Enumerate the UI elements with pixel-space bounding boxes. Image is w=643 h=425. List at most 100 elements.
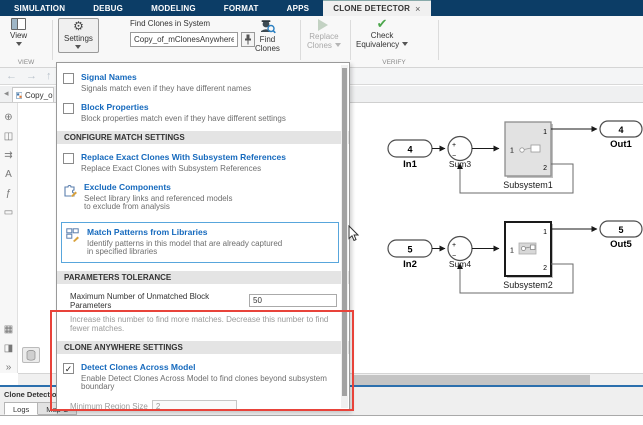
model-data-badge[interactable] (22, 347, 40, 363)
check-equivalency-label-1: Check (370, 31, 394, 40)
subsystem-outport2-number: 2 (543, 165, 547, 172)
setting-title: Replace Exact Clones With Subsystem Refe… (81, 152, 286, 162)
ribbon: View VIEW ⚙ Settings Find Clones in Syst… (0, 16, 643, 68)
area-icon[interactable]: ▭ (4, 208, 13, 218)
block-properties-checkbox[interactable] (63, 102, 74, 114)
outport-label: Out1 (610, 139, 632, 150)
group-label-view: VIEW (17, 59, 35, 66)
find-clones-button[interactable]: Find Clones (255, 18, 280, 53)
tab-simulation[interactable]: SIMULATION (0, 0, 79, 16)
mouse-cursor (348, 225, 359, 242)
find-clones-in-system-field: Find Clones in System (130, 19, 255, 47)
replace-exact-clones-checkbox[interactable] (63, 153, 74, 164)
model-row-1: 4 In1 + − Sum3 1 1 2 Subsystem1 4 Out1 (387, 120, 643, 194)
group-separator (300, 20, 301, 60)
simulink-clone-detector-window: SIMULATION DEBUG MODELING FORMAT APPS CL… (0, 0, 643, 425)
tab-debug[interactable]: DEBUG (79, 0, 137, 16)
section-configure-match-settings: CONFIGURE MATCH SETTINGS (57, 131, 349, 144)
setting-block-properties[interactable]: Block Properties Block properties match … (63, 102, 337, 124)
subsystem-outport1-number: 1 (543, 129, 547, 136)
inport-label: In1 (403, 159, 417, 170)
scrollbar-thumb[interactable] (352, 375, 590, 385)
database-cylinder-icon (26, 349, 36, 361)
function-icon[interactable]: ƒ (6, 189, 12, 199)
setting-desc-line2: to exclude from analysis (84, 202, 170, 211)
subsystem-label: Subsystem2 (503, 280, 553, 290)
setting-match-patterns-from-libraries[interactable]: Match Patterns from Libraries Identify p… (66, 227, 334, 257)
subsystem-inport-number: 1 (510, 248, 514, 255)
signal-names-checkbox[interactable] (63, 73, 74, 84)
outport-label: Out5 (610, 239, 632, 250)
back-icon[interactable]: ← (6, 70, 17, 82)
more-tools-icon[interactable]: » (6, 363, 12, 373)
signal-routing-icon[interactable]: ⇉ (4, 151, 12, 161)
pin-icon (245, 34, 251, 45)
fit-to-view-icon[interactable]: ◫ (4, 132, 13, 142)
settings-button-label: Settings (64, 34, 93, 43)
setting-exclude-components[interactable]: Exclude Components Select library links … (63, 182, 337, 212)
sum-plus-sign: + (452, 242, 456, 249)
subsystem-outport2-number: 2 (543, 265, 547, 272)
group-separator (52, 20, 53, 60)
inport-value: 4 (407, 145, 412, 155)
exclude-components-icon (64, 184, 77, 197)
model-row-2: 5 In2 + − Sum4 1 1 2 Subsystem2 5 Out5 (387, 220, 643, 294)
chevron-down-icon (402, 41, 409, 49)
tab-logs[interactable]: Logs (4, 402, 39, 415)
forward-icon[interactable]: → (26, 70, 37, 82)
setting-desc: Replace Exact Clones with Subsystem Refe… (81, 164, 262, 173)
settings-button[interactable]: ⚙ Settings (58, 18, 99, 53)
subsystem-inport-number: 1 (510, 148, 514, 155)
setting-title: Exclude Components (84, 181, 171, 192)
highlighted-setting-container: Match Patterns from Libraries Identify p… (61, 221, 339, 263)
inport-label: In2 (403, 259, 417, 270)
simulink-model-icon (15, 91, 22, 99)
replace-clones-label-1: Replace (309, 32, 339, 41)
chevron-down-icon (15, 42, 22, 49)
detective-search-icon (260, 20, 276, 34)
find-clones-label-2: Clones (255, 44, 280, 53)
pin-button[interactable] (241, 32, 255, 47)
check-equivalency-button[interactable]: ✔ Check Equivalency (356, 16, 409, 49)
system-name-input[interactable] (130, 32, 238, 47)
model-diagram: 4 In1 + − Sum3 1 1 2 Subsystem1 4 Out1 5… (387, 120, 643, 294)
max-unmatched-input[interactable] (249, 294, 337, 307)
outport-value: 4 (618, 125, 623, 135)
chevron-down-icon (75, 45, 82, 52)
tab-format[interactable]: FORMAT (210, 0, 273, 16)
subsystem-label: Subsystem1 (503, 180, 553, 190)
zoom-icon[interactable]: ⊕ (4, 113, 12, 123)
setting-title: Signal Names (81, 72, 137, 82)
view-button-label: View (10, 31, 28, 40)
inport-value: 5 (407, 245, 412, 255)
toolstrip-tabbar: SIMULATION DEBUG MODELING FORMAT APPS CL… (0, 0, 643, 16)
max-unmatched-parameters-row: Maximum Number of Unmatched Block Parame… (63, 292, 337, 310)
model-browser-icon[interactable]: ◨ (4, 344, 13, 354)
check-equivalency-label-2: Equivalency (356, 40, 400, 49)
gear-icon: ⚙ (73, 19, 84, 33)
chevron-down-icon (334, 42, 341, 50)
tab-clone-detector[interactable]: CLONE DETECTOR × (323, 0, 431, 16)
tab-apps[interactable]: APPS (273, 0, 324, 16)
replace-clones-button[interactable]: Replace Clones (307, 18, 341, 50)
setting-signal-names[interactable]: Signal Names Signals match even if they … (63, 72, 337, 94)
setting-replace-exact-clones[interactable]: Replace Exact Clones With Subsystem Refe… (63, 152, 337, 174)
group-label-verify: VERIFY (382, 59, 406, 66)
canvas-toolbar: ⊕ ◫ ⇉ A ƒ ▭ ▦ ◨ » (0, 103, 18, 373)
annotation-icon[interactable]: A (5, 170, 12, 180)
setting-desc-line2: in specified libraries (87, 247, 158, 256)
close-tab-icon[interactable]: × (415, 4, 420, 14)
replace-clones-label-2: Clones (307, 41, 332, 50)
collapse-explorer-icon[interactable]: ◂ (4, 88, 9, 99)
view-button[interactable]: View (10, 18, 27, 49)
replace-run-icon (317, 19, 334, 31)
green-check-icon: ✔ (376, 16, 388, 31)
up-to-parent-icon[interactable]: ↑ (46, 70, 52, 82)
snapshot-icon[interactable]: ▦ (4, 325, 13, 335)
setting-title: Block Properties (81, 101, 149, 112)
model-breadcrumb-tab[interactable]: Copy_o (11, 87, 54, 102)
model-tab-label: Copy_o (24, 90, 53, 100)
subsystem-outport1-number: 1 (543, 229, 547, 236)
tab-modeling[interactable]: MODELING (137, 0, 210, 16)
outport-value: 5 (618, 225, 623, 235)
